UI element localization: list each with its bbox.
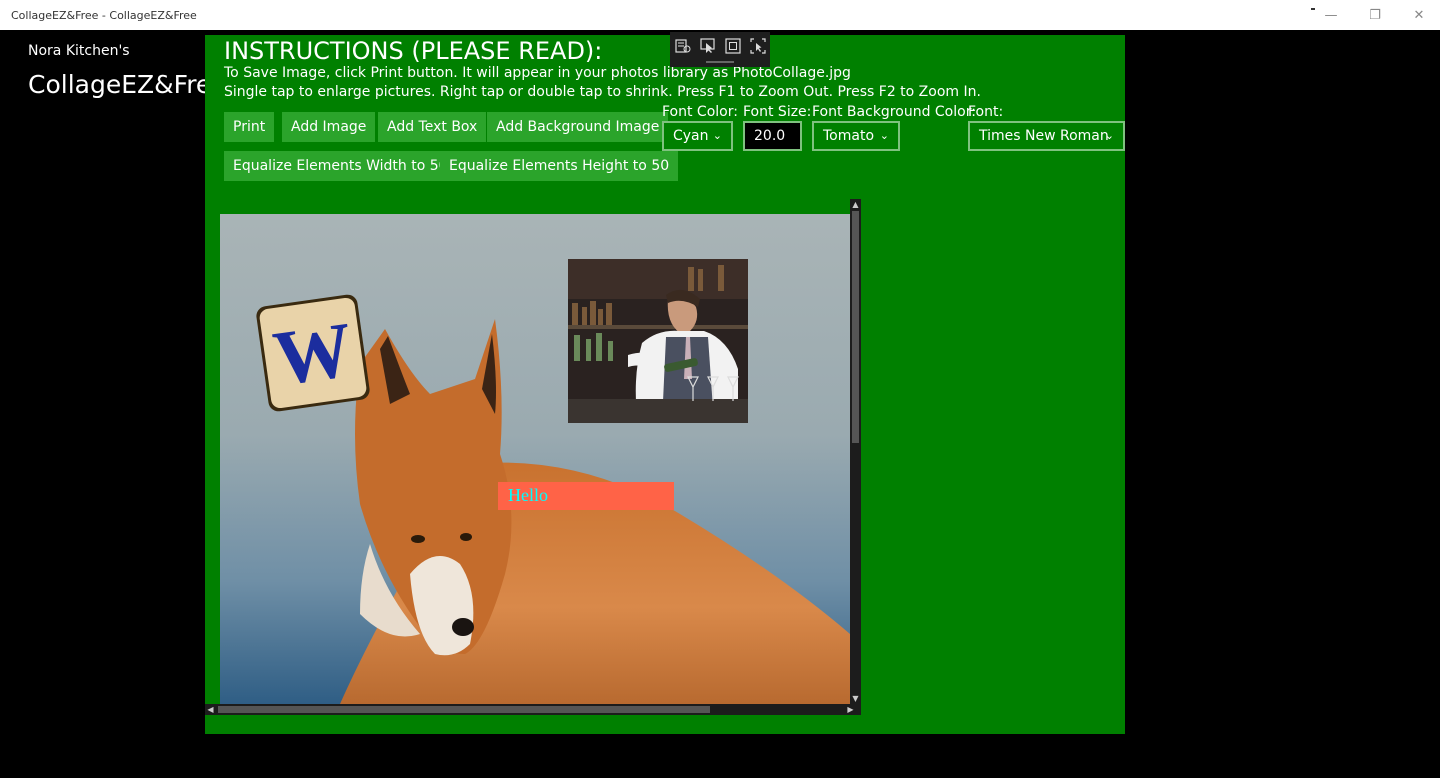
add-background-image-button[interactable]: Add Background Image <box>487 112 669 142</box>
scroll-up-icon[interactable]: ▲ <box>850 199 861 210</box>
scroll-right-icon[interactable]: ▶ <box>845 704 856 715</box>
chevron-down-icon: ⌄ <box>712 129 722 142</box>
print-button[interactable]: Print <box>224 112 275 142</box>
live-tree-icon[interactable] <box>674 37 692 55</box>
minimize-button[interactable]: — <box>1308 0 1354 30</box>
display-layout-icon[interactable] <box>724 37 742 55</box>
horizontal-scrollbar[interactable]: ◀ ▶ <box>205 704 861 715</box>
font-color-label: Font Color: <box>662 104 738 120</box>
font-value: Times New Roman <box>979 128 1109 144</box>
brand-subtitle: Nora Kitchen's <box>28 43 130 59</box>
select-element-icon[interactable] <box>699 37 717 55</box>
font-background-label: Font Background Color: <box>812 104 976 120</box>
horizontal-scroll-thumb[interactable] <box>218 706 710 713</box>
floating-toolbar <box>670 32 770 67</box>
fox-image <box>340 319 850 704</box>
chevron-down-icon: ⌄ <box>879 129 889 142</box>
font-color-value: Cyan <box>673 128 709 144</box>
brand-title: CollageEZ&Free <box>28 70 227 99</box>
vertical-scroll-thumb[interactable] <box>852 211 859 443</box>
instructions-line-2: Single tap to enlarge pictures. Right ta… <box>224 84 981 100</box>
add-image-button[interactable]: Add Image <box>282 112 376 142</box>
w-tile-image[interactable]: W <box>253 291 373 415</box>
window-title: CollageEZ&Free - CollageEZ&Free <box>11 9 197 22</box>
scroll-down-icon[interactable]: ▼ <box>850 693 861 704</box>
font-background-value: Tomato <box>823 128 875 144</box>
chevron-down-icon: ⌄ <box>1104 129 1114 142</box>
track-focus-icon[interactable] <box>749 37 767 55</box>
font-size-input[interactable]: 20.0 <box>743 121 802 151</box>
instructions-heading: INSTRUCTIONS (PLEASE READ): <box>224 37 603 65</box>
scroll-left-icon[interactable]: ◀ <box>205 704 216 715</box>
font-select[interactable]: Times New Roman ⌄ <box>968 121 1125 151</box>
font-label: Font: <box>968 104 1004 120</box>
font-background-select[interactable]: Tomato ⌄ <box>812 121 900 151</box>
add-text-box-button[interactable]: Add Text Box <box>378 112 487 142</box>
close-button[interactable]: ✕ <box>1396 0 1440 30</box>
toolbar-grip[interactable] <box>706 61 734 63</box>
vertical-scrollbar[interactable]: ▲ ▼ <box>850 199 861 704</box>
bartender-photo[interactable] <box>568 259 748 423</box>
instructions-line-1: To Save Image, click Print button. It wi… <box>224 65 851 81</box>
canvas-text-box[interactable]: Hello <box>498 482 674 510</box>
collage-canvas[interactable]: W Hello <box>220 214 850 704</box>
restore-button[interactable]: ❐ <box>1352 0 1398 30</box>
font-color-select[interactable]: Cyan ⌄ <box>662 121 733 151</box>
equalize-height-button[interactable]: Equalize Elements Height to 50 <box>440 151 679 181</box>
equalize-width-button[interactable]: Equalize Elements Width to 50 <box>224 151 457 181</box>
title-bar: CollageEZ&Free - CollageEZ&Free — ❐ ✕ <box>0 0 1440 30</box>
tile-letter: W <box>268 305 357 402</box>
font-size-label: Font Size: <box>743 104 812 120</box>
